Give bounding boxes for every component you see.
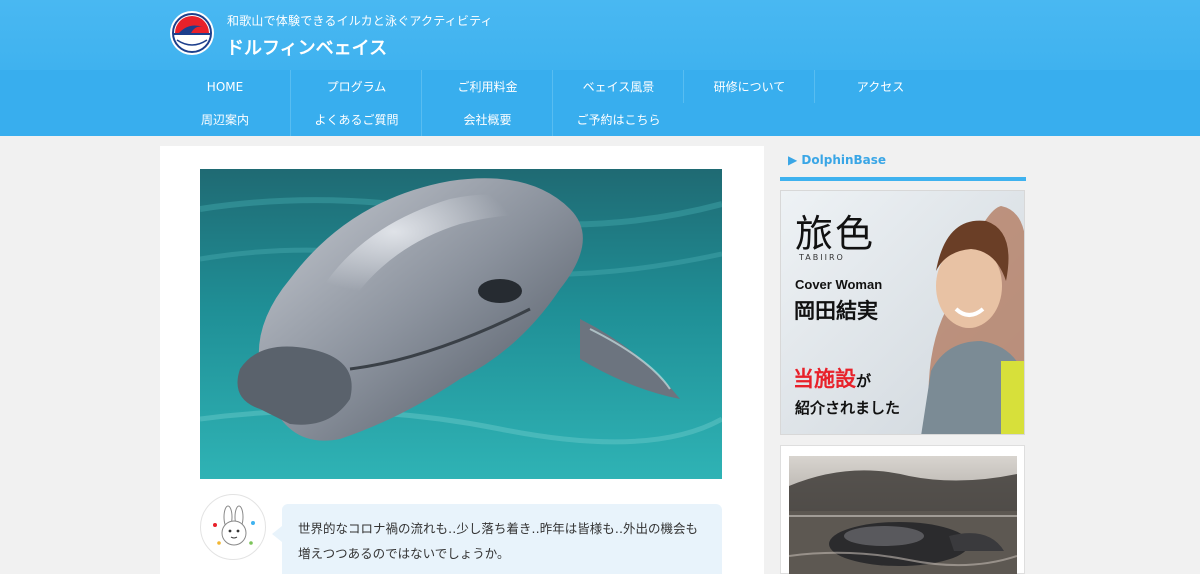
- ad-name: 岡田結実: [794, 299, 878, 323]
- dolphin-base-logo[interactable]: [169, 10, 215, 56]
- widget-title: ▶ DolphinBase: [788, 153, 887, 167]
- nav-item-faq[interactable]: よくあるご質問: [290, 103, 422, 136]
- staff-avatar: [200, 494, 266, 560]
- nav-item-reservation[interactable]: ご予約はこちら: [552, 103, 684, 136]
- nav-item-pricing[interactable]: ご利用料金: [421, 70, 553, 103]
- nav-item-surroundings[interactable]: 周辺案内: [159, 103, 291, 136]
- nav-item-scenery[interactable]: ベェイス風景: [552, 70, 684, 103]
- nav-item-program[interactable]: プログラム: [290, 70, 422, 103]
- site-title[interactable]: ドルフィンベェイス: [226, 34, 387, 60]
- speech-bubble-text: 世界的なコロナ禍の流れも‥少し落ち着き‥昨年は皆様も‥外出の機会も増えつつあるの…: [298, 521, 699, 561]
- main-content: 世界的なコロナ禍の流れも‥少し落ち着き‥昨年は皆様も‥外出の機会も増えつつあるの…: [160, 146, 764, 574]
- tabiiro-ad-banner[interactable]: 旅色 TABIIRO Cover Woman 岡田結実 当施設が 紹介されました: [780, 190, 1025, 435]
- site-tagline: 和歌山で体験できるイルカと泳ぐアクティビティ: [227, 14, 493, 28]
- bunny-mascot-icon: [213, 505, 255, 546]
- main-nav: HOME プログラム ご利用料金 ベェイス風景 研修について アクセス 周辺案内…: [0, 70, 1200, 136]
- widget-divider: [780, 177, 1026, 181]
- nav-item-access[interactable]: アクセス: [814, 70, 946, 103]
- ad-cover-label: Cover Woman: [795, 277, 883, 292]
- dolphin-sunset-image: [789, 456, 1017, 574]
- ad-headline-rest: 紹介されました: [795, 399, 901, 417]
- ad-headline-particle: が: [856, 372, 872, 390]
- nav-item-home[interactable]: HOME: [159, 70, 291, 103]
- nav-item-training[interactable]: 研修について: [683, 70, 815, 103]
- sidebar-photo-card[interactable]: [780, 445, 1025, 574]
- nav-item-company[interactable]: 会社概要: [421, 103, 553, 136]
- site-header: 和歌山で体験できるイルカと泳ぐアクティビティ ドルフィンベェイス: [0, 0, 1200, 70]
- ad-logo-big: 旅色: [795, 212, 876, 256]
- dolphin-hero-image: [200, 169, 722, 479]
- ad-headline-red: 当施設: [793, 367, 856, 391]
- ad-logo-small: TABIIRO: [799, 253, 845, 262]
- ad-headline: 当施設が: [793, 363, 871, 393]
- speech-bubble: 世界的なコロナ禍の流れも‥少し落ち着き‥昨年は皆様も‥外出の機会も増えつつあるの…: [272, 504, 722, 574]
